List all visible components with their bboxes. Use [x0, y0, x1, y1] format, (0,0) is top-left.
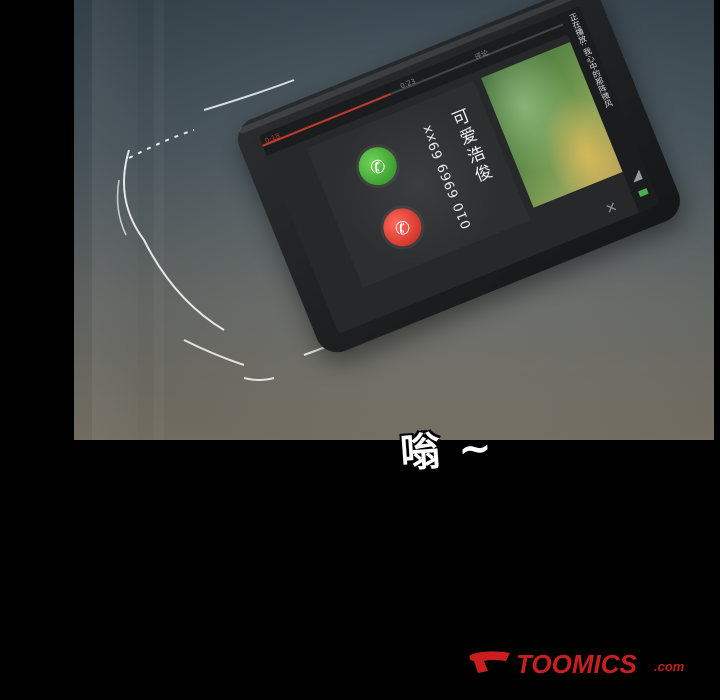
- comment-button[interactable]: 评论: [473, 48, 490, 63]
- comic-panel: 0:18 0:23 评论 ✆ ✆ 010 6969 69xx 可爱浩俊 正在播放…: [74, 0, 714, 440]
- watermark-logo: TOOMICS .com: [466, 645, 706, 685]
- close-icon[interactable]: ✕: [603, 199, 620, 218]
- toomics-logo-icon: [469, 651, 510, 673]
- sound-effect-text: 嗡 ~: [398, 424, 496, 478]
- time-total: 0:23: [399, 77, 417, 91]
- watermark-tld: .com: [654, 659, 685, 674]
- accept-call-button[interactable]: ✆: [352, 141, 403, 191]
- time-elapsed: 0:18: [263, 131, 282, 146]
- phone-accept-icon: ✆: [367, 155, 389, 180]
- watermark-brand: TOOMICS: [516, 649, 637, 679]
- phone-decline-icon: ✆: [392, 216, 414, 241]
- signal-icon: [629, 169, 643, 183]
- battery-icon: [638, 188, 649, 198]
- decline-call-button[interactable]: ✆: [377, 202, 428, 253]
